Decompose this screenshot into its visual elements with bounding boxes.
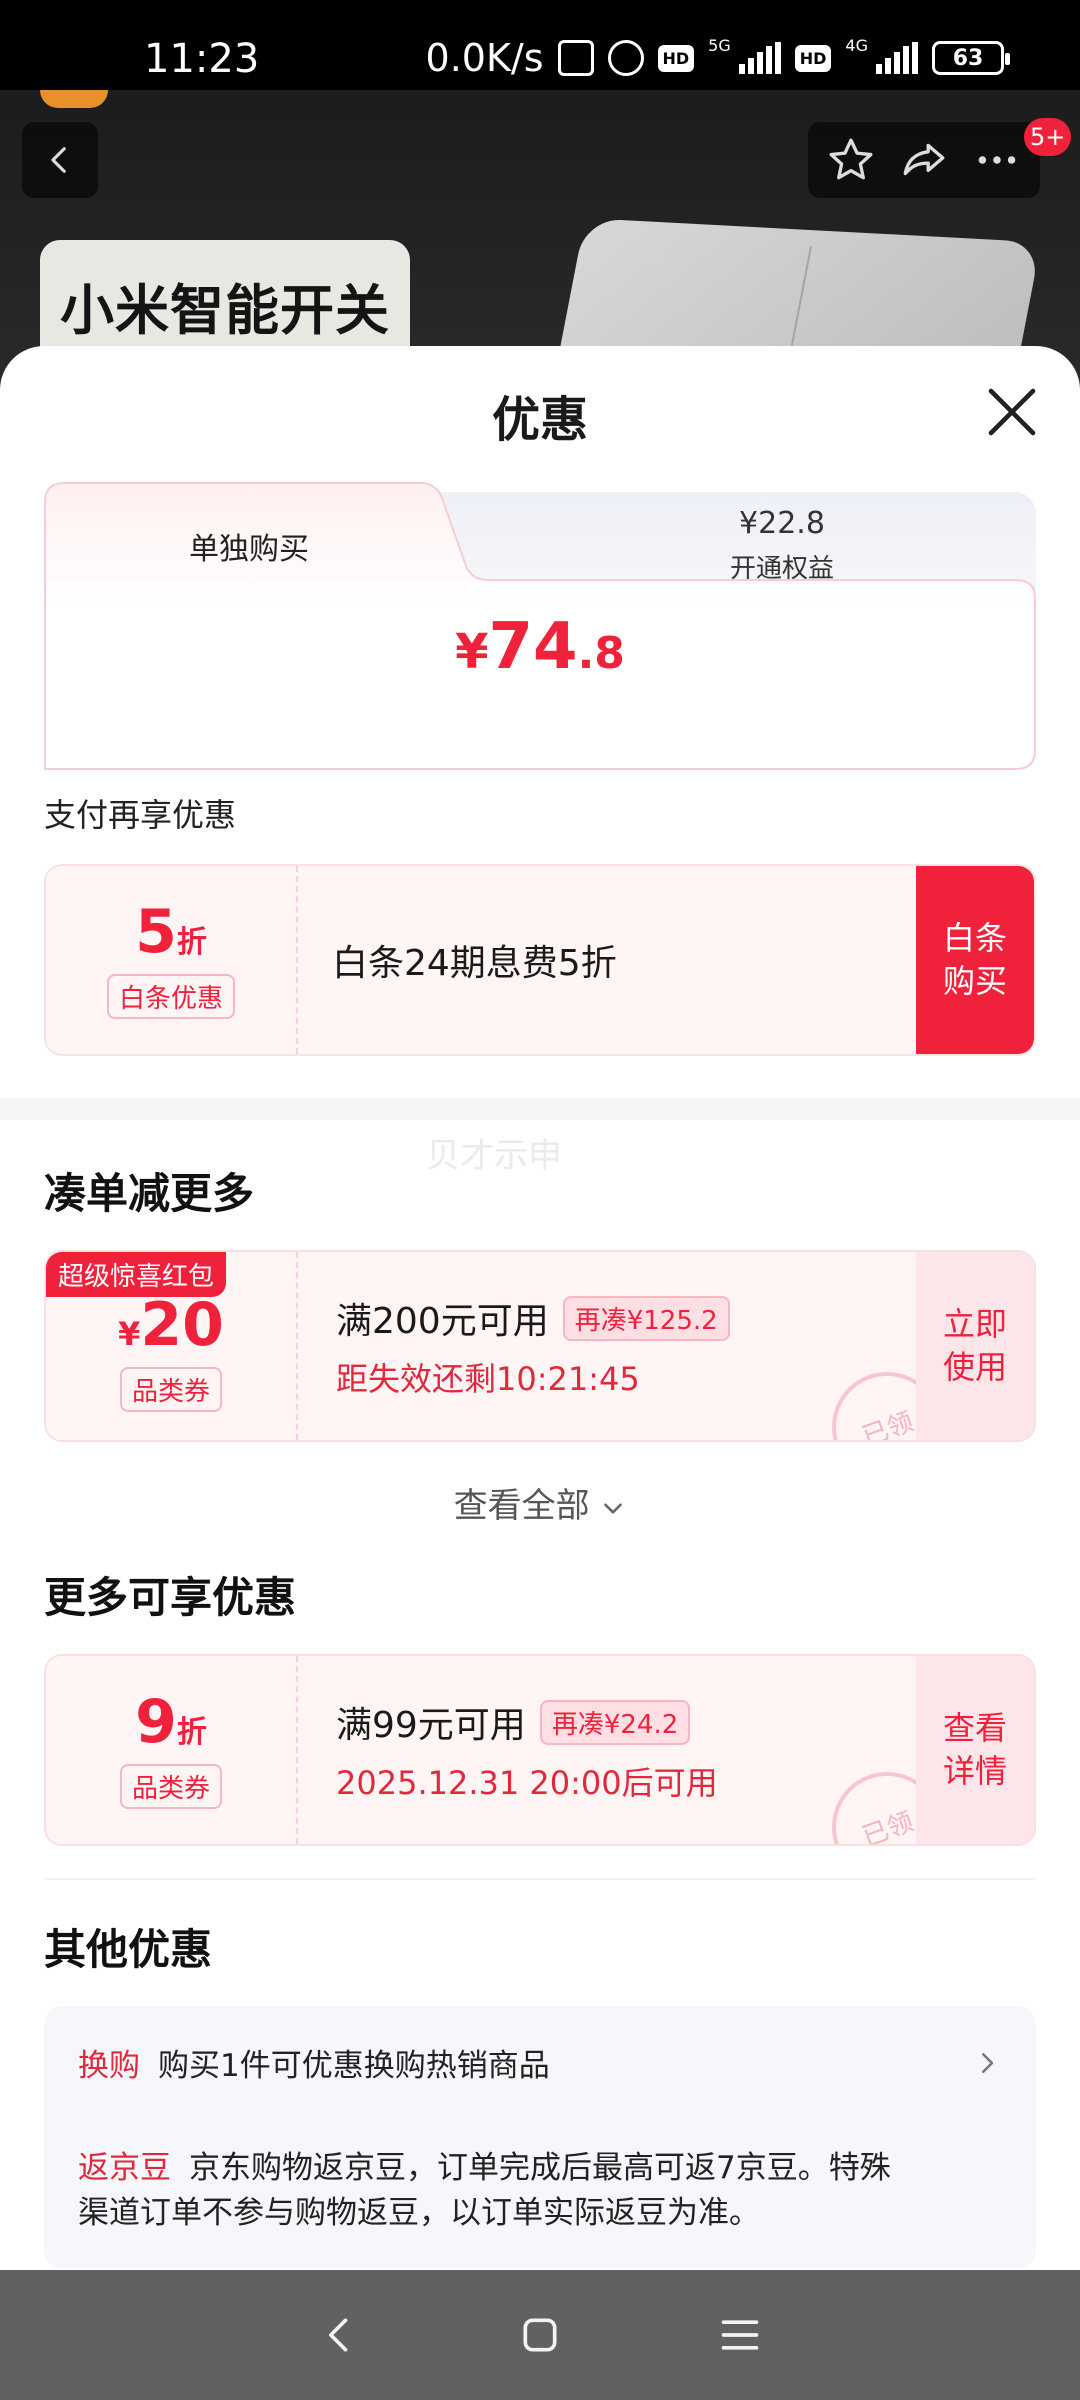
network-speed: 0.0K/s	[425, 36, 544, 80]
coupon-tag: 品类券	[119, 1366, 222, 1412]
hd-icon: HD	[657, 44, 695, 72]
chevron-down-icon	[604, 1502, 623, 1514]
section-divider	[0, 1098, 1080, 1120]
tab-single-purchase[interactable]: 单独购买	[44, 524, 454, 568]
coupon-amount-value: 20	[140, 1289, 224, 1360]
exchange-keyword: 换购	[78, 2048, 140, 2084]
top-actions	[808, 122, 1040, 198]
chevron-right-icon	[982, 2053, 994, 2073]
signal-gen-label: 4G	[845, 36, 868, 55]
nfc-icon	[557, 40, 594, 76]
section-more-title: 更多可享优惠	[44, 1573, 297, 1622]
baitiao-description: 白条24期息费5折	[332, 943, 617, 984]
discount-sheet: 优惠 ¥22.8 开通权益 单独购买 ¥74.8 支付再享优惠 5折 白条优惠	[0, 346, 1080, 2270]
view-details-label: 查看 详情	[942, 1708, 1007, 1790]
other-offers-box: 换购 购买1件可优惠换购热销商品 返京豆 京东购物返京豆，订单完成后最高可返7京豆。…	[44, 2006, 1036, 2268]
battery-level: 63	[952, 45, 984, 71]
system-nav-bar	[0, 2270, 1080, 2400]
coupon-condition: 满200元可用	[336, 1301, 549, 1342]
section-other-title: 其他优惠	[44, 1925, 213, 1974]
status-icons: 0.0K/s HD 5G HD 4G 63	[425, 36, 1010, 80]
signal-icon	[738, 42, 781, 74]
close-icon[interactable]	[984, 384, 1040, 440]
baitiao-discount-unit: 折	[176, 924, 207, 960]
back-button[interactable]	[22, 122, 98, 198]
battery-icon: 63	[932, 41, 1010, 75]
super-redpacket-label: 超级惊喜红包	[46, 1252, 227, 1297]
nav-menu-icon[interactable]	[718, 2313, 762, 2357]
signal-gen-label: 5G	[708, 36, 731, 55]
hd-icon: HD	[794, 44, 832, 72]
view-details-button[interactable]: 查看 详情	[916, 1656, 1034, 1844]
coupon-card-more: 9折 品类券 满99元可用 再凑¥24.2 2025.12.31 20:00后可用…	[44, 1654, 1036, 1846]
watermark-text: 贝才示申	[426, 1136, 562, 1176]
more-icon[interactable]	[972, 135, 1022, 185]
pay-section-label: 支付再享优惠	[44, 796, 237, 834]
price-integer: 74	[488, 610, 578, 684]
price-currency: ¥	[455, 624, 489, 680]
baitiao-discount: 5折 白条优惠	[46, 866, 298, 1054]
baitiao-buy-button[interactable]: 白条 购买	[916, 866, 1034, 1054]
nav-home-icon[interactable]	[518, 2313, 562, 2357]
more-coupon-condition: 满99元可用	[336, 1705, 526, 1746]
notification-badge: 5+	[1024, 118, 1072, 156]
baitiao-buy-label: 白条 购买	[942, 918, 1007, 1000]
coupon-card-combine: ¥20 品类券 超级惊喜红包 满200元可用 再凑¥125.2 距失效还剩10:2…	[44, 1250, 1036, 1442]
use-now-label: 立即 使用	[942, 1304, 1007, 1386]
share-icon[interactable]	[899, 135, 949, 185]
exchange-row[interactable]: 换购 购买1件可优惠换购热销商品	[78, 2044, 550, 2089]
alarm-icon	[607, 40, 644, 76]
coupon-countdown: 距失效还剩10:21:45	[336, 1360, 640, 1398]
coupon-add-more-pill: 再凑¥125.2	[562, 1295, 730, 1341]
more-coupon-tag: 品类券	[119, 1763, 222, 1809]
product-banner-title: 小米智能开关	[60, 278, 390, 342]
sheet-title: 优惠	[491, 392, 588, 448]
price-decimal: .8	[577, 628, 625, 679]
product-header: 5+ 小米智能开关	[0, 90, 1080, 390]
nav-back-icon[interactable]	[318, 2313, 362, 2357]
single-price: ¥74.8	[44, 610, 1036, 684]
purchase-tabs: ¥22.8 开通权益 单独购买 ¥74.8	[44, 482, 1036, 770]
baitiao-card: 5折 白条优惠 白条24期息费5折 白条 购买	[44, 864, 1036, 1056]
divider-line	[44, 1878, 1036, 1880]
orange-tab-decoration	[40, 90, 108, 108]
view-all-button[interactable]: 查看全部	[0, 1478, 1080, 1527]
more-coupon-time: 2025.12.31 20:00后可用	[336, 1764, 718, 1802]
view-all-label: 查看全部	[453, 1486, 590, 1526]
section-combine-title: 凑单减更多	[44, 1169, 255, 1218]
bean-keyword: 返京豆	[78, 2150, 171, 2186]
baitiao-discount-num: 5	[135, 896, 177, 967]
more-coupon-pill: 再凑¥24.2	[539, 1699, 691, 1745]
signal-icon	[876, 42, 918, 74]
exchange-text: 购买1件可优惠换购热销商品	[158, 2048, 550, 2084]
more-coupon-discount: 9折 品类券	[46, 1656, 298, 1844]
chevron-left-icon	[51, 147, 66, 173]
use-now-button[interactable]: 立即 使用	[916, 1252, 1034, 1440]
bean-text-2: 渠道订单不参与购物返豆，以订单实际返豆为准。	[78, 2194, 760, 2231]
baitiao-tag: 白条优惠	[106, 973, 235, 1019]
bean-text: 京东购物返京豆，订单完成后最高可返7京豆。特殊	[189, 2150, 891, 2186]
coupon-currency: ¥	[118, 1314, 141, 1353]
more-discount-num: 9	[135, 1686, 177, 1757]
more-discount-unit: 折	[176, 1714, 207, 1750]
status-time: 11:23	[144, 36, 260, 82]
bean-row: 返京豆 京东购物返京豆，订单完成后最高可返7京豆。特殊 渠道订单不参与购物返豆，以…	[78, 2146, 891, 2236]
star-icon[interactable]	[826, 135, 876, 185]
